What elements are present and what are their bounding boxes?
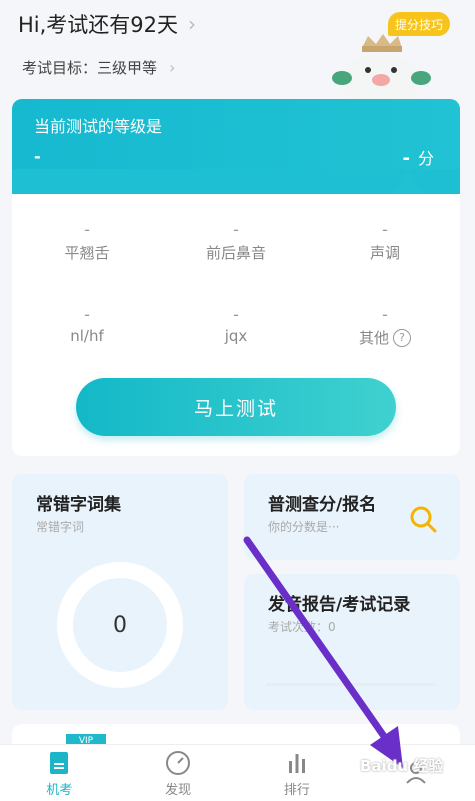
metric-name: 声调 xyxy=(369,244,400,262)
search-icon xyxy=(410,506,437,533)
tab-discover[interactable]: 发现 xyxy=(119,745,238,801)
baidu-watermark: Baidu 经验 xyxy=(360,757,444,775)
metric-nasal: - 前后鼻音 xyxy=(181,220,291,263)
level-label: 当前测试的等级是 xyxy=(34,117,163,136)
metric-value: - xyxy=(233,220,239,239)
metric-nl-hf: - nl/hf xyxy=(32,305,142,345)
metric-retroflex: - 平翘舌 xyxy=(32,220,142,263)
tab-label: 机考 xyxy=(46,782,73,798)
card-title: 常错字词集 xyxy=(36,495,121,515)
card-subtitle: 考试次数：0 xyxy=(268,620,336,634)
tab-ranking[interactable]: 排行 xyxy=(238,745,357,801)
metric-tone: - 声调 xyxy=(330,220,440,263)
error-count: 0 xyxy=(113,612,127,638)
error-words-card[interactable]: 常错字词集 常错字词 0 xyxy=(12,474,228,710)
metric-name: nl/hf xyxy=(70,327,104,345)
page-title[interactable]: Hi,考试还有92天 › xyxy=(18,9,196,39)
card-title: 普测查分/报名 xyxy=(268,495,377,515)
score-query-card[interactable]: 普测查分/报名 你的分数是··· xyxy=(244,474,460,560)
tip-badge[interactable]: 提分技巧 xyxy=(388,12,450,36)
metric-jqx: - jqx xyxy=(181,305,291,345)
metric-value: - xyxy=(84,305,90,324)
level-score: - 分 xyxy=(403,145,435,169)
report-progress-track xyxy=(266,683,436,686)
metric-value: - xyxy=(233,305,239,324)
metric-value: - xyxy=(382,305,388,324)
metric-name: 前后鼻音 xyxy=(205,244,266,262)
score-value: - xyxy=(402,148,410,169)
level-header-curve xyxy=(12,169,460,194)
chevron-right-icon: › xyxy=(188,12,197,36)
score-unit: 分 xyxy=(417,149,434,168)
card-title: 发音报告/考试记录 xyxy=(268,595,411,615)
metric-name: 其他 ? xyxy=(330,327,440,348)
error-count-ring: 0 xyxy=(57,562,183,688)
report-card[interactable]: 发音报告/考试记录 考试次数：0 xyxy=(244,574,460,710)
exam-goal[interactable]: 考试目标：三级甲等 › xyxy=(22,57,175,78)
chevron-right-icon: › xyxy=(169,58,176,77)
tab-label: 排行 xyxy=(283,782,310,798)
metric-value: - xyxy=(382,220,388,239)
metric-other-label: 其他 xyxy=(358,329,389,347)
metric-name: jqx xyxy=(224,327,248,345)
card-subtitle: 常错字词 xyxy=(36,520,85,534)
exam-countdown-text: Hi,考试还有92天 xyxy=(18,13,179,37)
metric-other[interactable]: - 其他 ? xyxy=(330,305,440,348)
mascot-illustration xyxy=(332,34,431,100)
start-test-button[interactable]: 马上测试 xyxy=(76,378,396,436)
metric-value: - xyxy=(84,220,90,239)
metric-name: 平翘舌 xyxy=(64,244,110,262)
level-card: 当前测试的等级是 - - 分 - 平翘舌 - 前后鼻音 - 声调 - nl/hf… xyxy=(12,99,460,456)
document-icon xyxy=(50,751,69,774)
tab-label: 发现 xyxy=(165,782,192,798)
tab-exam[interactable]: 机考 xyxy=(0,745,119,801)
level-grade: - xyxy=(34,147,41,166)
card-subtitle: 你的分数是··· xyxy=(268,520,340,534)
help-icon[interactable]: ? xyxy=(393,328,411,347)
exam-goal-text: 考试目标：三级甲等 xyxy=(22,59,158,77)
bar-chart-icon xyxy=(288,753,305,773)
compass-icon xyxy=(166,750,191,775)
